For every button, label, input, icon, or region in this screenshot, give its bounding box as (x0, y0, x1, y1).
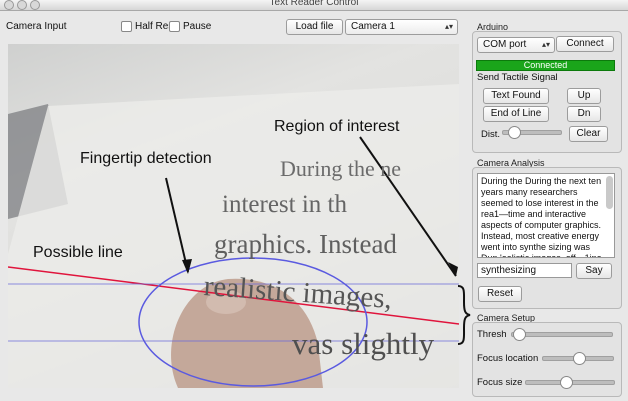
half-res-checkbox-group[interactable]: Half Res (121, 21, 173, 32)
half-res-label: Half Res (135, 21, 174, 32)
thresh-slider-track (511, 332, 613, 337)
focus-size-label: Focus size (477, 377, 523, 388)
focus-size-slider[interactable] (525, 376, 615, 389)
focus-location-slider[interactable] (542, 352, 614, 365)
word-input-value: synthesizing (481, 265, 537, 276)
analysis-text: During the During the next ten years man… (481, 176, 602, 258)
text-found-button[interactable]: Text Found (483, 88, 549, 104)
window-title: Text Reader Control (269, 0, 359, 8)
fingertip-detection-label: Fingertip detection (80, 150, 212, 167)
select-arrows-icon: ▴▾ (541, 40, 550, 49)
region-of-interest-label: Region of interest (274, 118, 400, 135)
word-input[interactable]: synthesizing (477, 263, 572, 278)
page-line-1: During the ne (280, 156, 401, 181)
analysis-text-area[interactable]: During the During the next ten years man… (477, 173, 615, 258)
possible-line-label: Possible line (33, 244, 123, 261)
page-line-2: interest in th (222, 191, 347, 218)
clear-button[interactable]: Clear (569, 126, 608, 142)
focus-location-slider-knob[interactable] (573, 352, 586, 365)
pause-checkbox-group[interactable]: Pause (169, 21, 211, 32)
focus-size-slider-knob[interactable] (560, 376, 573, 389)
page-line-5: vas slightly (292, 326, 435, 361)
camera-select[interactable]: Camera 1 ▴▾ (345, 19, 458, 35)
camera-view[interactable]: During the ne interest in th graphics. I… (8, 44, 459, 388)
connect-button[interactable]: Connect (556, 36, 614, 52)
select-arrows-icon: ▴▾ (444, 22, 453, 31)
say-button[interactable]: Say (576, 263, 612, 279)
pause-label: Pause (183, 21, 212, 32)
connection-status-text: Connected (523, 60, 568, 70)
reset-button[interactable]: Reset (478, 286, 522, 302)
thresh-label: Thresh (477, 329, 507, 340)
focus-location-label: Focus location (477, 353, 539, 364)
analysis-scrollbar[interactable] (606, 176, 613, 209)
com-port-value: COM port (483, 39, 527, 50)
end-of-line-button[interactable]: End of Line (483, 106, 549, 122)
title-bar: Text Reader Control (0, 0, 628, 11)
dn-button[interactable]: Dn (567, 106, 601, 122)
dist-label: Dist. (481, 129, 500, 140)
load-file-button[interactable]: Load file (286, 19, 343, 35)
up-button[interactable]: Up (567, 88, 601, 104)
camera-select-value: Camera 1 (351, 21, 395, 32)
thresh-slider[interactable] (511, 328, 613, 341)
page-line-3: graphics. Instead (214, 229, 397, 259)
dist-slider-knob[interactable] (508, 126, 521, 139)
send-tactile-label: Send Tactile Signal (477, 72, 558, 83)
camera-input-label: Camera Input (6, 21, 67, 32)
connection-status: Connected (476, 60, 615, 71)
thresh-slider-knob[interactable] (513, 328, 526, 341)
pause-checkbox[interactable] (169, 21, 180, 32)
half-res-checkbox[interactable] (121, 21, 132, 32)
com-port-select[interactable]: COM port ▴▾ (477, 37, 555, 53)
dist-slider[interactable] (502, 126, 562, 139)
